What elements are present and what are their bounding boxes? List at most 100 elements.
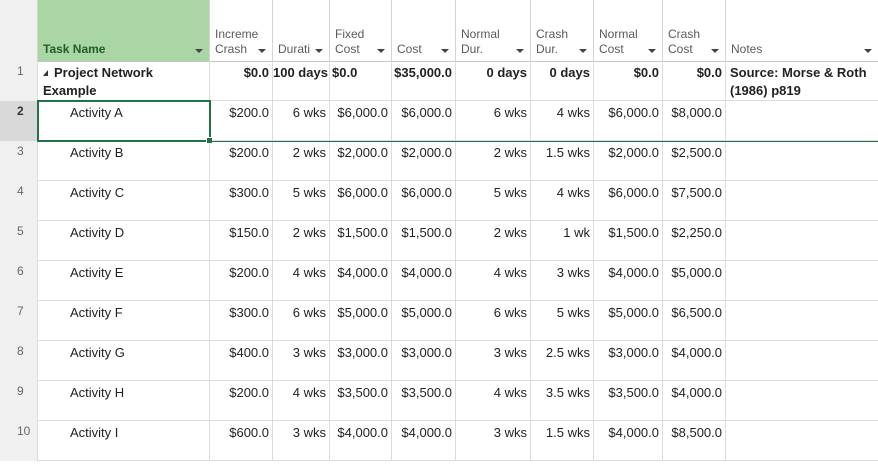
normal-cost-cell[interactable]: $5,000.0 [594, 301, 663, 341]
table-row[interactable]: 7 Activity F $300.0 6 wks $5,000.0 $5,00… [0, 301, 878, 341]
row-number[interactable]: 4 [0, 181, 38, 221]
notes-cell[interactable] [726, 381, 878, 421]
fixed-cost-cell[interactable]: $4,000.0 [330, 421, 392, 461]
crash-cost-cell[interactable]: $5,000.0 [663, 261, 726, 301]
normal-dur-cell[interactable]: 3 wks [456, 421, 531, 461]
chevron-down-icon[interactable] [711, 49, 719, 53]
table-row[interactable]: 5 Activity D $150.0 2 wks $1,500.0 $1,50… [0, 221, 878, 261]
normal-dur-cell[interactable]: 5 wks [456, 181, 531, 221]
notes-cell[interactable] [726, 341, 878, 381]
normal-cost-cell[interactable]: $6,000.0 [594, 101, 663, 141]
crash-cost-cell[interactable]: $7,500.0 [663, 181, 726, 221]
incremental-crash-cell[interactable]: $400.0 [210, 341, 273, 381]
column-header-normal-dur[interactable]: Normal Dur. [456, 0, 531, 61]
table-row[interactable]: 9 Activity H $200.0 4 wks $3,500.0 $3,50… [0, 381, 878, 421]
column-header-notes[interactable]: Notes [726, 0, 878, 61]
normal-cost-cell[interactable]: $4,000.0 [594, 421, 663, 461]
crash-cost-cell[interactable]: $2,500.0 [663, 141, 726, 181]
crash-cost-cell[interactable]: $0.0 [663, 61, 726, 101]
cost-cell[interactable]: $1,500.0 [392, 221, 456, 261]
chevron-down-icon[interactable] [258, 49, 266, 53]
crash-cost-cell[interactable]: $2,250.0 [663, 221, 726, 261]
cost-cell[interactable]: $35,000.0 [392, 61, 456, 101]
crash-dur-cell[interactable]: 1.5 wks [531, 421, 594, 461]
fixed-cost-cell[interactable]: $5,000.0 [330, 301, 392, 341]
row-number[interactable]: 1 [0, 61, 38, 101]
column-header-incremental-crash[interactable]: Increme Crash [210, 0, 273, 61]
column-header-normal-cost[interactable]: Normal Cost [594, 0, 663, 61]
column-header-fixed-cost[interactable]: Fixed Cost [330, 0, 392, 61]
column-header-cost[interactable]: Cost [392, 0, 456, 61]
crash-dur-cell[interactable]: 3 wks [531, 261, 594, 301]
crash-dur-cell[interactable]: 1 wk [531, 221, 594, 261]
table-row[interactable]: 6 Activity E $200.0 4 wks $4,000.0 $4,00… [0, 261, 878, 301]
crash-dur-cell[interactable]: 5 wks [531, 301, 594, 341]
normal-cost-cell[interactable]: $3,000.0 [594, 341, 663, 381]
notes-cell[interactable]: Source: Morse & Roth (1986) p819 [726, 61, 878, 101]
column-header-crash-dur[interactable]: Crash Dur. [531, 0, 594, 61]
cost-cell[interactable]: $3,000.0 [392, 341, 456, 381]
duration-cell[interactable]: 5 wks [273, 181, 330, 221]
notes-cell[interactable] [726, 261, 878, 301]
select-all-corner[interactable] [0, 0, 38, 61]
chevron-down-icon[interactable] [579, 49, 587, 53]
crash-cost-cell[interactable]: $4,000.0 [663, 341, 726, 381]
chevron-down-icon[interactable] [864, 49, 872, 53]
task-name-cell[interactable]: Activity F [38, 301, 210, 341]
incremental-crash-cell[interactable]: $200.0 [210, 261, 273, 301]
normal-dur-cell[interactable]: 0 days [456, 61, 531, 101]
duration-cell[interactable]: 4 wks [273, 381, 330, 421]
task-name-cell[interactable]: Activity E [38, 261, 210, 301]
row-number[interactable]: 8 [0, 341, 38, 381]
incremental-crash-cell[interactable]: $200.0 [210, 381, 273, 421]
fixed-cost-cell[interactable]: $3,500.0 [330, 381, 392, 421]
crash-cost-cell[interactable]: $8,000.0 [663, 101, 726, 141]
crash-cost-cell[interactable]: $6,500.0 [663, 301, 726, 341]
column-header-task-name[interactable]: Task Name [38, 0, 210, 61]
incremental-crash-cell[interactable]: $0.0 [210, 61, 273, 101]
column-header-duration[interactable]: Durati [273, 0, 330, 61]
cost-cell[interactable]: $6,000.0 [392, 181, 456, 221]
crash-dur-cell[interactable]: 4 wks [531, 101, 594, 141]
incremental-crash-cell[interactable]: $600.0 [210, 421, 273, 461]
chevron-down-icon[interactable] [516, 49, 524, 53]
normal-dur-cell[interactable]: 2 wks [456, 221, 531, 261]
table-row[interactable]: 8 Activity G $400.0 3 wks $3,000.0 $3,00… [0, 341, 878, 381]
duration-cell[interactable]: 2 wks [273, 141, 330, 181]
cost-cell[interactable]: $4,000.0 [392, 421, 456, 461]
crash-dur-cell[interactable]: 1.5 wks [531, 141, 594, 181]
incremental-crash-cell[interactable]: $200.0 [210, 101, 273, 141]
row-number[interactable]: 3 [0, 141, 38, 181]
duration-cell[interactable]: 6 wks [273, 301, 330, 341]
crash-dur-cell[interactable]: 3.5 wks [531, 381, 594, 421]
row-number[interactable]: 6 [0, 261, 38, 301]
duration-cell[interactable]: 3 wks [273, 341, 330, 381]
incremental-crash-cell[interactable]: $300.0 [210, 181, 273, 221]
normal-cost-cell[interactable]: $4,000.0 [594, 261, 663, 301]
notes-cell[interactable] [726, 421, 878, 461]
normal-cost-cell[interactable]: $3,500.0 [594, 381, 663, 421]
cost-cell[interactable]: $3,500.0 [392, 381, 456, 421]
normal-dur-cell[interactable]: 6 wks [456, 101, 531, 141]
normal-cost-cell[interactable]: $6,000.0 [594, 181, 663, 221]
normal-dur-cell[interactable]: 2 wks [456, 141, 531, 181]
crash-dur-cell[interactable]: 4 wks [531, 181, 594, 221]
fixed-cost-cell[interactable]: $3,000.0 [330, 341, 392, 381]
normal-cost-cell[interactable]: $1,500.0 [594, 221, 663, 261]
chevron-down-icon[interactable] [648, 49, 656, 53]
chevron-down-icon[interactable] [195, 49, 203, 53]
chevron-down-icon[interactable] [377, 49, 385, 53]
cost-cell[interactable]: $5,000.0 [392, 301, 456, 341]
task-name-cell[interactable]: Activity C [38, 181, 210, 221]
normal-cost-cell[interactable]: $0.0 [594, 61, 663, 101]
duration-cell[interactable]: 3 wks [273, 421, 330, 461]
normal-dur-cell[interactable]: 6 wks [456, 301, 531, 341]
duration-cell[interactable]: 4 wks [273, 261, 330, 301]
normal-dur-cell[interactable]: 3 wks [456, 341, 531, 381]
crash-dur-cell[interactable]: 0 days [531, 61, 594, 101]
normal-dur-cell[interactable]: 4 wks [456, 261, 531, 301]
cost-cell[interactable]: $6,000.0 [392, 101, 456, 141]
fixed-cost-cell[interactable]: $4,000.0 [330, 261, 392, 301]
table-row[interactable]: 3 Activity B $200.0 2 wks $2,000.0 $2,00… [0, 141, 878, 181]
row-number[interactable]: 2 [0, 101, 38, 141]
